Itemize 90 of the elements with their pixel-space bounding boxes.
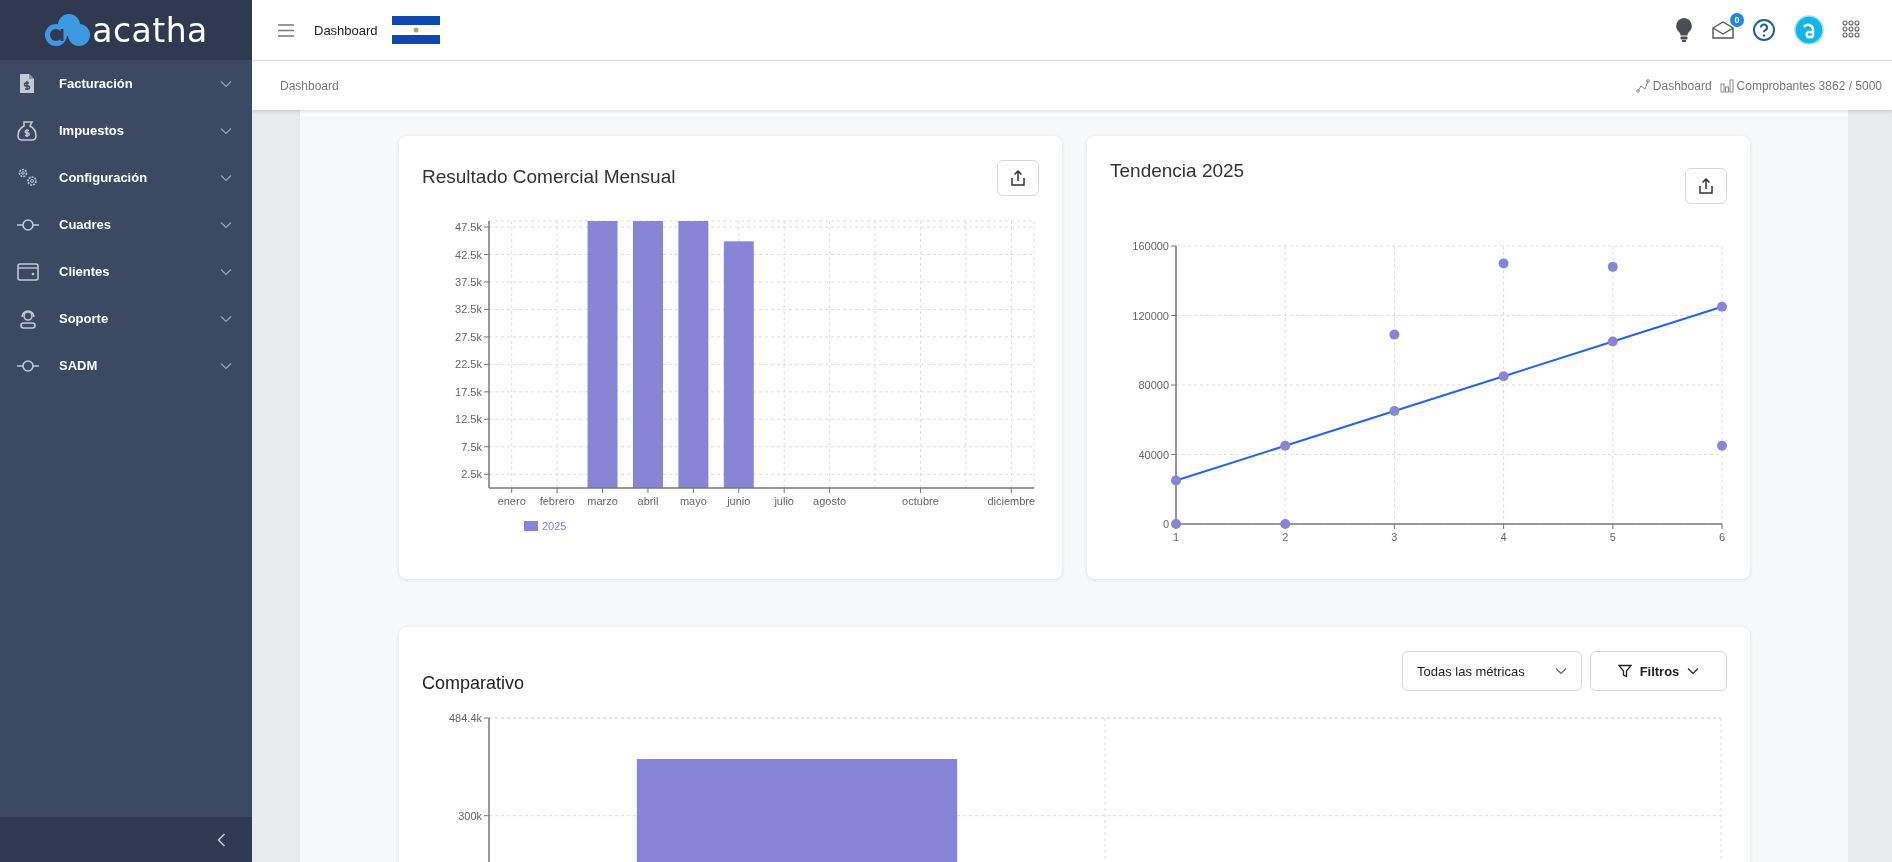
- chevron-down-icon: [220, 173, 232, 182]
- menu-icon[interactable]: [278, 23, 294, 37]
- export-button[interactable]: [997, 160, 1039, 196]
- flag-icon[interactable]: [391, 16, 440, 44]
- axis-label: 2.5k: [461, 468, 482, 481]
- axis-label: 7.5k: [461, 440, 482, 453]
- axis-label: 0: [1162, 518, 1169, 530]
- logo-icon: [44, 13, 91, 47]
- axis-label: mayo: [679, 495, 707, 507]
- line-chart-icon: [1635, 78, 1650, 93]
- axis-label: marzo: [587, 495, 618, 507]
- axis-label: julio: [774, 495, 794, 507]
- sidebar-item[interactable]: Impuestos: [0, 107, 252, 154]
- bar-chart-icon: [1719, 78, 1734, 93]
- filter-icon: [1617, 664, 1632, 678]
- axis-label: 17.5k: [455, 385, 482, 398]
- page-title: Dashboard: [314, 22, 378, 38]
- notification-badge: 0: [1730, 13, 1744, 27]
- data-point: [1607, 336, 1618, 347]
- axis-label: 40000: [1138, 448, 1169, 461]
- legend-swatch: [524, 521, 538, 531]
- chevron-down-icon: [1687, 667, 1700, 675]
- sidebar-item[interactable]: SADM: [0, 342, 252, 389]
- header-link[interactable]: Dashboard: [1635, 78, 1712, 93]
- axis-label: 6: [1718, 531, 1726, 543]
- data-point: [1389, 329, 1400, 340]
- axis-label: 300k: [458, 809, 482, 822]
- card-title: Resultado Comercial Mensual: [422, 166, 676, 188]
- help-icon[interactable]: [1752, 18, 1776, 42]
- axis-label: 47.5k: [455, 221, 482, 234]
- axis-label: 2: [1282, 531, 1289, 543]
- breadcrumb-item[interactable]: Dashboard: [280, 78, 339, 93]
- apps-grid-icon[interactable]: [1842, 20, 1860, 40]
- axis-label: enero: [497, 495, 526, 507]
- chevron-down-icon: [1555, 667, 1567, 675]
- chevron-down-icon: [220, 126, 232, 135]
- data-point: [1498, 371, 1509, 382]
- chevron-left-icon[interactable]: [217, 832, 226, 847]
- axis-label: 32.5k: [455, 303, 482, 316]
- axis-label: 484.4k: [448, 712, 482, 724]
- lightbulb-icon[interactable]: [1674, 17, 1694, 43]
- sidebar-item[interactable]: Facturación: [0, 60, 252, 107]
- axis-label: abril: [637, 495, 659, 507]
- axis-label: 160000: [1132, 240, 1169, 252]
- axis-label: 4: [1500, 531, 1507, 543]
- data-point: [1607, 261, 1618, 272]
- axis-label: 27.5k: [455, 330, 482, 343]
- filter-button[interactable]: Filtros: [1590, 651, 1727, 691]
- chevron-down-icon: [220, 79, 232, 88]
- data-point: [1171, 519, 1181, 529]
- metric-dropdown[interactable]: Todas las métricas: [1402, 651, 1582, 691]
- sidebar-item[interactable]: Cuadres: [0, 201, 252, 248]
- card-title: Tendencia 2025: [1110, 160, 1245, 182]
- share-icon: [1011, 170, 1025, 186]
- axis-label: febrero: [539, 495, 575, 507]
- axis-label: junio: [727, 495, 751, 507]
- chevron-down-icon: [220, 267, 232, 276]
- share-icon: [1699, 178, 1713, 194]
- sidebar-item[interactable]: Clientes: [0, 248, 252, 295]
- axis-label: octubre: [902, 495, 939, 507]
- data-point: [1717, 301, 1727, 312]
- data-point: [1498, 258, 1509, 269]
- axis-label: 22.5k: [455, 358, 482, 371]
- data-point: [1171, 475, 1181, 486]
- axis-label: 80000: [1138, 379, 1169, 391]
- axis-label: 5: [1609, 531, 1616, 543]
- axis-label: 37.5k: [455, 276, 482, 288]
- axis-label: 12.5k: [455, 413, 482, 426]
- axis-label: 42.5k: [455, 248, 482, 261]
- mail-icon[interactable]: [1712, 21, 1734, 39]
- axis-label: agosto: [813, 495, 847, 507]
- chevron-down-icon: [220, 361, 232, 370]
- export-button[interactable]: [1685, 168, 1727, 204]
- legend-label[interactable]: 2025: [542, 520, 567, 532]
- logo-text: acatha: [92, 10, 208, 50]
- header-link[interactable]: Comprobantes 3862 / 5000: [1719, 78, 1882, 93]
- chevron-down-icon: [220, 220, 232, 229]
- data-point: [1280, 440, 1291, 451]
- data-point: [1389, 406, 1400, 417]
- sidebar-item[interactable]: Soporte: [0, 295, 252, 342]
- data-point: [1717, 440, 1727, 451]
- chevron-down-icon: [220, 314, 232, 323]
- data-point: [1280, 519, 1291, 529]
- card-title: Comparativo: [422, 673, 525, 694]
- axis-label: diciembre: [987, 495, 1036, 507]
- axis-label: 120000: [1132, 309, 1169, 322]
- sidebar-item[interactable]: Configuración: [0, 154, 252, 201]
- money-bag-icon: [16, 118, 40, 143]
- axis-label: 1: [1172, 531, 1180, 543]
- axis-label: 3: [1391, 531, 1398, 543]
